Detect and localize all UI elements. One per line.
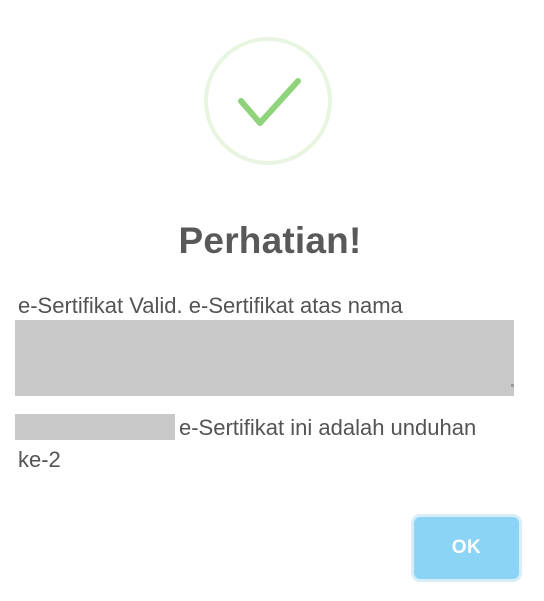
ok-button[interactable]: OK [414,517,519,579]
success-check-icon [204,37,332,165]
dialog-title: Perhatian! [178,220,362,261]
check-mark-icon [238,78,301,126]
redacted-text-block [15,414,175,440]
alert-dialog: Perhatian! e-Sertifikat Valid. e-Sertifi… [0,0,544,601]
period-mark [511,384,514,387]
message-line-4: ke-2 [18,447,61,472]
message-line-1: e-Sertifikat Valid. e-Sertifikat atas na… [18,293,403,318]
redacted-name-block [15,320,514,396]
message-line-3: e-Sertifikat ini adalah unduhan [179,415,477,440]
